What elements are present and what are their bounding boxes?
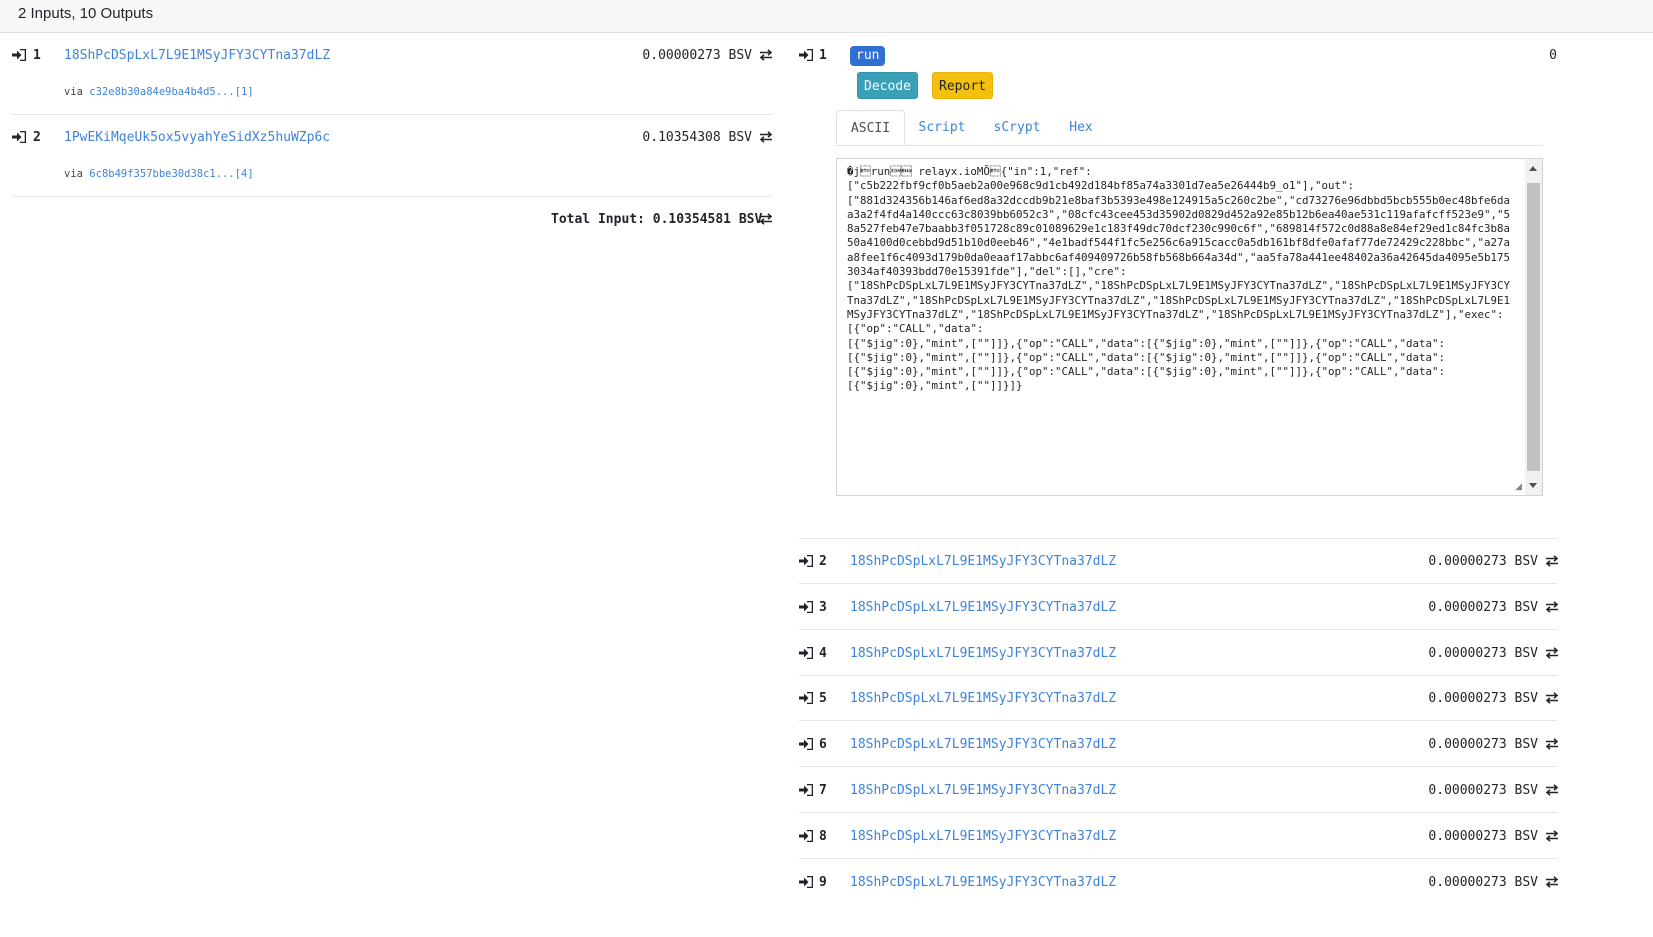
tab-script[interactable]: Script	[908, 110, 976, 146]
script-ascii-content: �jrun relayx.ioMÕ{"in":1,"ref": ["c5…	[847, 165, 1511, 393]
decode-button[interactable]: Decode	[857, 72, 918, 99]
scrollbar[interactable]	[1525, 159, 1542, 495]
output-address-link[interactable]: 18ShPcDSpLxL7L9E1MSyJFY3CYTna37dLZ	[850, 875, 1116, 890]
tab-scrypt[interactable]: sCrypt	[982, 110, 1052, 146]
exchange-icon[interactable]	[1545, 738, 1559, 750]
output-amount: 0.00000273 BSV	[1428, 645, 1538, 661]
exchange-icon[interactable]	[1545, 830, 1559, 842]
protocol-badge: run	[850, 46, 886, 66]
input-address-link[interactable]: 18ShPcDSpLxL7L9E1MSyJFY3CYTna37dLZ	[64, 48, 330, 63]
output-index: 6	[819, 737, 827, 753]
divider	[12, 196, 772, 197]
output-amount: 0.00000273 BSV	[1428, 554, 1538, 569]
resize-grip-icon[interactable]: ◢	[1515, 481, 1522, 492]
input-amount: 0.10354308 BSV	[642, 130, 752, 145]
sign-in-icon	[799, 784, 813, 796]
divider	[799, 720, 1557, 722]
output-amount: 0.00000273 BSV	[1428, 828, 1538, 844]
divider	[799, 674, 1557, 676]
output-amount: 0.00000273 BSV	[1428, 691, 1538, 707]
scroll-up-icon[interactable]	[1529, 166, 1537, 171]
output-index: 4	[819, 645, 827, 661]
sign-in-icon	[799, 600, 813, 613]
output-index: 3	[819, 599, 827, 615]
input-source-link[interactable]: c32e8b30a84e9ba4b4d5...[1]	[89, 86, 253, 98]
exchange-icon[interactable]	[759, 213, 773, 225]
output-amount: 0.00000273 BSV	[1428, 783, 1538, 798]
script-textarea[interactable]: �jrun relayx.ioMÕ{"in":1,"ref": ["c5…	[836, 158, 1543, 496]
output-address-link[interactable]: 18ShPcDSpLxL7L9E1MSyJFY3CYTna37dLZ	[850, 691, 1116, 706]
output-index: 1	[819, 48, 827, 63]
tab-ascii[interactable]: ASCII	[836, 110, 905, 146]
divider	[799, 628, 1557, 630]
output-address-link[interactable]: 18ShPcDSpLxL7L9E1MSyJFY3CYTna37dLZ	[850, 737, 1116, 752]
scroll-thumb[interactable]	[1527, 183, 1540, 471]
divider	[799, 812, 1557, 813]
output-amount: 0.00000273 BSV	[1428, 599, 1538, 615]
exchange-icon[interactable]	[1545, 646, 1559, 659]
tab-hex[interactable]: Hex	[1058, 110, 1104, 146]
input-source-link[interactable]: 6c8b49f357bbe30d38c1...[4]	[89, 168, 253, 180]
sign-in-icon	[799, 49, 813, 61]
divider	[799, 538, 1557, 539]
sign-in-icon	[799, 646, 813, 659]
output-address-link[interactable]: 18ShPcDSpLxL7L9E1MSyJFY3CYTna37dLZ	[850, 600, 1116, 615]
sign-in-icon	[799, 738, 813, 751]
input-via: via 6c8b49f357bbe30d38c1...[4]	[64, 168, 254, 180]
exchange-icon[interactable]	[1545, 784, 1559, 796]
input-index: 1	[33, 48, 41, 63]
io-summary-text: 2 Inputs, 10 Outputs	[18, 5, 154, 22]
sign-in-icon	[799, 829, 813, 842]
input-index: 2	[33, 130, 41, 145]
exchange-icon[interactable]	[1545, 555, 1559, 567]
output-amount: 0.00000273 BSV	[1428, 737, 1538, 753]
input-via: via c32e8b30a84e9ba4b4d5...[1]	[64, 86, 254, 98]
output-address-link[interactable]: 18ShPcDSpLxL7L9E1MSyJFY3CYTna37dLZ	[850, 646, 1116, 661]
sign-in-icon	[12, 131, 26, 143]
divider	[12, 114, 772, 115]
exchange-icon[interactable]	[1545, 875, 1559, 888]
sign-in-icon	[799, 555, 813, 567]
sign-in-icon	[12, 49, 26, 61]
io-summary-bar: 2 Inputs, 10 Outputs	[0, 0, 1653, 33]
total-input: Total Input: 0.10354581 BSV	[551, 212, 763, 227]
sign-in-icon	[799, 875, 813, 888]
divider	[799, 857, 1557, 859]
scroll-down-icon[interactable]	[1529, 483, 1537, 488]
output-index: 9	[819, 874, 827, 890]
exchange-icon[interactable]	[1545, 692, 1559, 705]
output-index: 7	[819, 783, 827, 798]
divider	[799, 766, 1557, 768]
exchange-icon[interactable]	[1545, 601, 1559, 613]
tabs-underline	[836, 145, 1543, 146]
output-amount: 0.00000273 BSV	[1428, 874, 1538, 890]
input-amount: 0.00000273 BSV	[642, 48, 752, 63]
divider	[799, 583, 1557, 584]
output-index: 2	[819, 554, 827, 569]
output-amount: 0	[1549, 48, 1557, 63]
script-view-tabs: ASCII Script sCrypt Hex	[836, 110, 1543, 146]
output-address-link[interactable]: 18ShPcDSpLxL7L9E1MSyJFY3CYTna37dLZ	[850, 829, 1116, 844]
output-index: 8	[819, 828, 827, 844]
output-address-link[interactable]: 18ShPcDSpLxL7L9E1MSyJFY3CYTna37dLZ	[850, 554, 1116, 569]
output-index: 5	[819, 691, 827, 707]
exchange-icon[interactable]	[759, 131, 773, 143]
output-address-link[interactable]: 18ShPcDSpLxL7L9E1MSyJFY3CYTna37dLZ	[850, 783, 1116, 798]
sign-in-icon	[799, 692, 813, 705]
report-button[interactable]: Report	[932, 72, 993, 99]
input-address-link[interactable]: 1PwEKiMqeUk5ox5vyahYeSidXz5huWZp6c	[64, 130, 330, 145]
exchange-icon[interactable]	[759, 49, 773, 61]
